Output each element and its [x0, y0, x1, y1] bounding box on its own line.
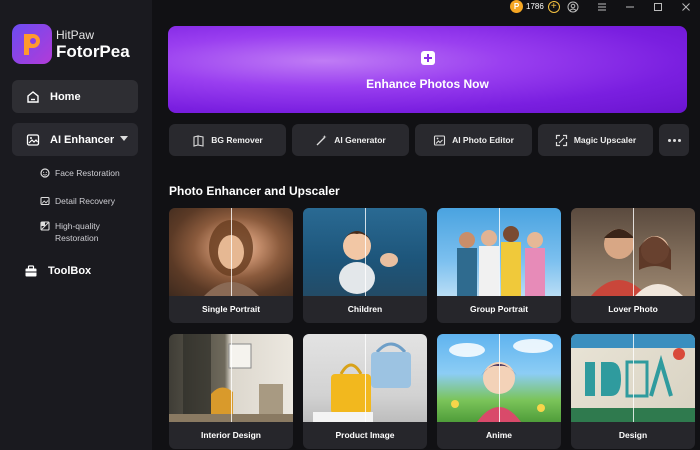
- card-anime[interactable]: Anime: [437, 334, 561, 449]
- section-title: Photo Enhancer and Upscaler: [169, 184, 340, 198]
- sidebar-item-label: Home: [50, 90, 81, 103]
- face-icon: [40, 168, 50, 178]
- sidebar-subitem-face-restoration[interactable]: Face Restoration: [40, 167, 120, 179]
- card-label: Product Image: [335, 430, 395, 440]
- coin-icon: P: [510, 0, 523, 13]
- logo-p-icon: [24, 34, 40, 55]
- magic-upscaler-button[interactable]: Magic Upscaler: [538, 124, 653, 156]
- title-bar: P 1786 +: [152, 0, 700, 14]
- brand-company: HitPaw: [56, 28, 95, 42]
- card-interior-design[interactable]: Interior Design: [169, 334, 293, 449]
- sidebar-subitem-high-quality-restoration[interactable]: High-quality Restoration: [40, 220, 110, 244]
- card-design[interactable]: Design: [571, 334, 695, 449]
- card-single-portrait[interactable]: Single Portrait: [169, 208, 293, 323]
- card-children[interactable]: Children: [303, 208, 427, 323]
- card-label: Design: [618, 430, 648, 440]
- bg-remover-icon: [193, 134, 204, 147]
- close-icon[interactable]: [680, 1, 692, 13]
- detail-icon: [40, 196, 50, 206]
- coin-count: 1786: [526, 2, 544, 11]
- card-product-image[interactable]: Product Image: [303, 334, 427, 449]
- sidebar-item-ai-enhancer[interactable]: AI Enhancer: [12, 123, 138, 156]
- image-enhance-icon: [26, 133, 40, 146]
- design-thumbnail: [571, 334, 695, 422]
- card-label: Children: [347, 304, 383, 314]
- minimize-icon[interactable]: [624, 1, 636, 13]
- interior-design-thumbnail: [169, 334, 293, 422]
- sidebar-item-label: ToolBox: [48, 265, 92, 277]
- brand-product: FotorPea: [56, 42, 130, 61]
- upscaler-icon: [555, 134, 567, 146]
- add-coins-button[interactable]: +: [547, 0, 560, 13]
- more-icon: [667, 138, 671, 142]
- sidebar-item-home[interactable]: Home: [12, 80, 138, 113]
- app-logo: [12, 24, 52, 64]
- tool-label: BG Remover: [211, 135, 263, 145]
- ai-generator-icon: [316, 134, 327, 145]
- tool-label: AI Photo Editor: [452, 135, 514, 145]
- sidebar-subitem-label: Face Restoration: [55, 168, 120, 178]
- add-photo-icon: [421, 51, 435, 65]
- more-tools-button[interactable]: [659, 124, 689, 156]
- group-portrait-thumbnail: [437, 208, 561, 296]
- chevron-down-icon[interactable]: [120, 136, 128, 141]
- card-label: Anime: [486, 430, 512, 440]
- sidebar: HitPaw FotorPea Home AI Enhancer Face Re…: [0, 0, 152, 450]
- restore-icon: [40, 221, 50, 231]
- menu-icon[interactable]: [596, 1, 608, 13]
- sidebar-item-label: AI Enhancer: [50, 133, 115, 146]
- anime-thumbnail: [437, 334, 561, 422]
- tool-label: AI Generator: [334, 135, 386, 145]
- home-icon: [27, 90, 39, 103]
- sidebar-subitem-label: High-quality Restoration: [55, 221, 100, 243]
- ai-photo-editor-button[interactable]: AI Photo Editor: [415, 124, 532, 156]
- sidebar-subitem-detail-recovery[interactable]: Detail Recovery: [40, 195, 115, 207]
- hero-label: Enhance Photos Now: [366, 77, 489, 91]
- sidebar-subitem-label: Detail Recovery: [55, 196, 115, 206]
- card-label: Lover Photo: [608, 304, 658, 314]
- card-label: Group Portrait: [469, 304, 529, 314]
- ai-generator-button[interactable]: AI Generator: [292, 124, 409, 156]
- single-portrait-thumbnail: [169, 208, 293, 296]
- account-icon[interactable]: [567, 1, 579, 13]
- tool-label: Magic Upscaler: [573, 135, 637, 145]
- enhance-photos-now-button[interactable]: Enhance Photos Now: [168, 26, 687, 113]
- card-label: Single Portrait: [201, 304, 261, 314]
- maximize-icon[interactable]: [652, 1, 664, 13]
- product-image-thumbnail: [303, 334, 427, 422]
- toolbox-icon: [25, 265, 37, 277]
- card-group-portrait[interactable]: Group Portrait: [437, 208, 561, 323]
- bg-remover-button[interactable]: BG Remover: [169, 124, 286, 156]
- lover-photo-thumbnail: [571, 208, 695, 296]
- children-thumbnail: [303, 208, 427, 296]
- card-lover-photo[interactable]: Lover Photo: [571, 208, 695, 323]
- photo-editor-icon: [434, 134, 446, 146]
- sidebar-item-toolbox[interactable]: ToolBox: [24, 264, 91, 278]
- coin-balance[interactable]: P 1786 +: [510, 0, 560, 13]
- card-label: Interior Design: [201, 430, 261, 440]
